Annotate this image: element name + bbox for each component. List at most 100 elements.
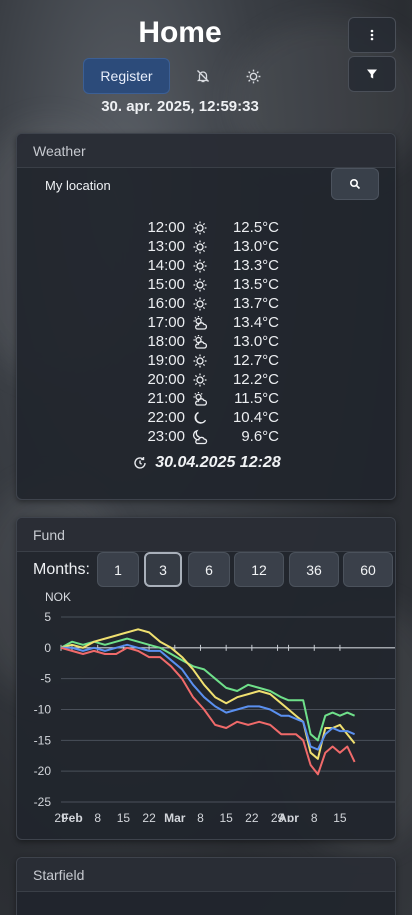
x-tick-label: Apr bbox=[278, 811, 299, 822]
filter-icon bbox=[367, 69, 377, 79]
x-tick-label: 15 bbox=[117, 811, 131, 822]
sun-icon bbox=[185, 277, 215, 293]
weather-card-title: Weather bbox=[17, 134, 395, 168]
x-tick-label: 8 bbox=[311, 811, 318, 822]
forecast-time: 23:00 bbox=[147, 428, 185, 445]
y-tick-label: 5 bbox=[44, 610, 51, 624]
month-option-36[interactable]: 36 bbox=[289, 552, 339, 587]
page-title: Home bbox=[138, 16, 222, 49]
forecast-temp: 13.0°C bbox=[232, 238, 279, 255]
sun-icon bbox=[185, 220, 215, 236]
x-tick-label: 15 bbox=[219, 811, 233, 822]
location-label: My location bbox=[45, 178, 111, 193]
month-option-6[interactable]: 6 bbox=[188, 552, 230, 587]
partly-cloudy-icon bbox=[185, 391, 215, 407]
forecast-temp: 13.5°C bbox=[232, 276, 279, 293]
y-tick-label: -10 bbox=[34, 703, 52, 717]
fund-card: Fund Months: 1 3 6 12 36 60 NOK 5 0 -5 -10 -15 -20… bbox=[16, 517, 396, 840]
forecast-row: 22:00 10.4°C bbox=[17, 408, 397, 427]
refresh-clock-icon bbox=[133, 456, 147, 470]
y-tick-label: -5 bbox=[40, 672, 51, 686]
x-tick-label: 22 bbox=[142, 811, 156, 822]
fund-chart: 50-5-10-15-20-2529Feb 8 15 22 Mar 8 15 22 29Apr 8… bbox=[34, 610, 395, 822]
partly-cloudy-icon bbox=[185, 334, 215, 350]
series-line-4 bbox=[60, 646, 356, 776]
month-option-12[interactable]: 12 bbox=[234, 552, 284, 587]
forecast-row: 12:00 12.5°C bbox=[17, 218, 397, 237]
forecast-row: 18:00 13.0°C bbox=[17, 332, 397, 351]
forecast-time: 12:00 bbox=[147, 219, 185, 236]
moon-cloud-icon bbox=[185, 429, 215, 445]
forecast-time: 22:00 bbox=[147, 409, 185, 426]
forecast-time: 16:00 bbox=[147, 295, 185, 312]
forecast-row: 21:00 11.5°C bbox=[17, 389, 397, 408]
month-option-60[interactable]: 60 bbox=[343, 552, 393, 587]
y-tick-label: -20 bbox=[34, 764, 52, 778]
filter-button[interactable] bbox=[348, 56, 396, 92]
forecast-temp: 9.6°C bbox=[241, 428, 279, 445]
moon-icon bbox=[185, 410, 215, 426]
forecast-time: 20:00 bbox=[147, 371, 185, 388]
forecast-row: 19:00 12.7°C bbox=[17, 351, 397, 370]
hourly-forecast: 12:00 12.5°C 13:00 13.0°C 14:00 13.3°C 15:00 13… bbox=[17, 218, 397, 446]
register-button[interactable]: Register bbox=[83, 58, 170, 94]
forecast-temp: 13.0°C bbox=[232, 333, 279, 350]
bell-off-icon bbox=[196, 70, 210, 83]
forecast-row: 14:00 13.3°C bbox=[17, 256, 397, 275]
forecast-time: 21:00 bbox=[147, 390, 185, 407]
sun-icon bbox=[246, 69, 260, 83]
forecast-row: 13:00 13.0°C bbox=[17, 237, 397, 256]
forecast-row: 23:00 9.6°C bbox=[17, 427, 397, 446]
x-tick-label: 8 bbox=[94, 811, 101, 822]
notifications-off-button[interactable] bbox=[189, 62, 217, 90]
month-option-1[interactable]: 1 bbox=[97, 552, 139, 587]
sun-icon bbox=[185, 372, 215, 388]
forecast-time: 13:00 bbox=[147, 238, 185, 255]
fund-card-title: Fund bbox=[17, 518, 395, 552]
forecast-time: 17:00 bbox=[147, 314, 185, 331]
series-line-2 bbox=[60, 628, 356, 760]
sun-icon bbox=[185, 353, 215, 369]
forecast-row: 20:00 12.2°C bbox=[17, 370, 397, 389]
forecast-time: 15:00 bbox=[147, 276, 185, 293]
months-label: Months: bbox=[33, 561, 90, 578]
starfield-card: Starfield bbox=[16, 857, 396, 915]
forecast-row: 17:00 13.4°C bbox=[17, 313, 397, 332]
location-search-button[interactable] bbox=[331, 168, 379, 200]
forecast-temp: 12.7°C bbox=[232, 352, 279, 369]
forecast-row: 15:00 13.5°C bbox=[17, 275, 397, 294]
partly-cloudy-icon bbox=[185, 315, 215, 331]
forecast-temp: 11.5°C bbox=[234, 390, 279, 407]
y-tick-label: -25 bbox=[34, 795, 52, 809]
y-tick-label: 0 bbox=[44, 641, 51, 655]
forecast-row: 16:00 13.7°C bbox=[17, 294, 397, 313]
starfield-card-title: Starfield bbox=[17, 858, 395, 892]
more-options-button[interactable] bbox=[348, 17, 396, 53]
forecast-temp: 10.4°C bbox=[232, 409, 279, 426]
forecast-time: 19:00 bbox=[147, 352, 185, 369]
sun-icon bbox=[185, 258, 215, 274]
forecast-temp: 13.7°C bbox=[232, 295, 279, 312]
search-icon bbox=[349, 178, 361, 190]
x-tick-label: 15 bbox=[333, 811, 347, 822]
forecast-temp: 13.3°C bbox=[232, 257, 279, 274]
page-header: Home Register 30. apr. 2025, 12:59:33 bbox=[0, 0, 412, 125]
forecast-temp: 13.4°C bbox=[232, 314, 279, 331]
chart-unit-label: NOK bbox=[45, 590, 72, 604]
current-datetime: 30. apr. 2025, 12:59:33 bbox=[101, 98, 259, 115]
weather-updated-time: 30.04.2025 12:28 bbox=[155, 454, 281, 471]
weather-updated: 30.04.2025 12:28 bbox=[17, 454, 397, 472]
x-tick-label: 22 bbox=[245, 811, 259, 822]
sun-icon bbox=[185, 239, 215, 255]
weather-card: Weather My location 12:00 12.5°C 13:00 13.0… bbox=[16, 133, 396, 500]
theme-toggle-button[interactable] bbox=[239, 62, 267, 90]
month-option-3[interactable]: 3 bbox=[144, 552, 182, 587]
x-tick-label: 8 bbox=[197, 811, 204, 822]
x-tick-label: Feb bbox=[61, 811, 82, 822]
y-tick-label: -15 bbox=[34, 733, 52, 747]
sun-icon bbox=[185, 296, 215, 312]
forecast-temp: 12.5°C bbox=[232, 219, 279, 236]
forecast-time: 18:00 bbox=[147, 333, 185, 350]
forecast-temp: 12.2°C bbox=[232, 371, 279, 388]
x-tick-label: Mar bbox=[164, 811, 186, 822]
